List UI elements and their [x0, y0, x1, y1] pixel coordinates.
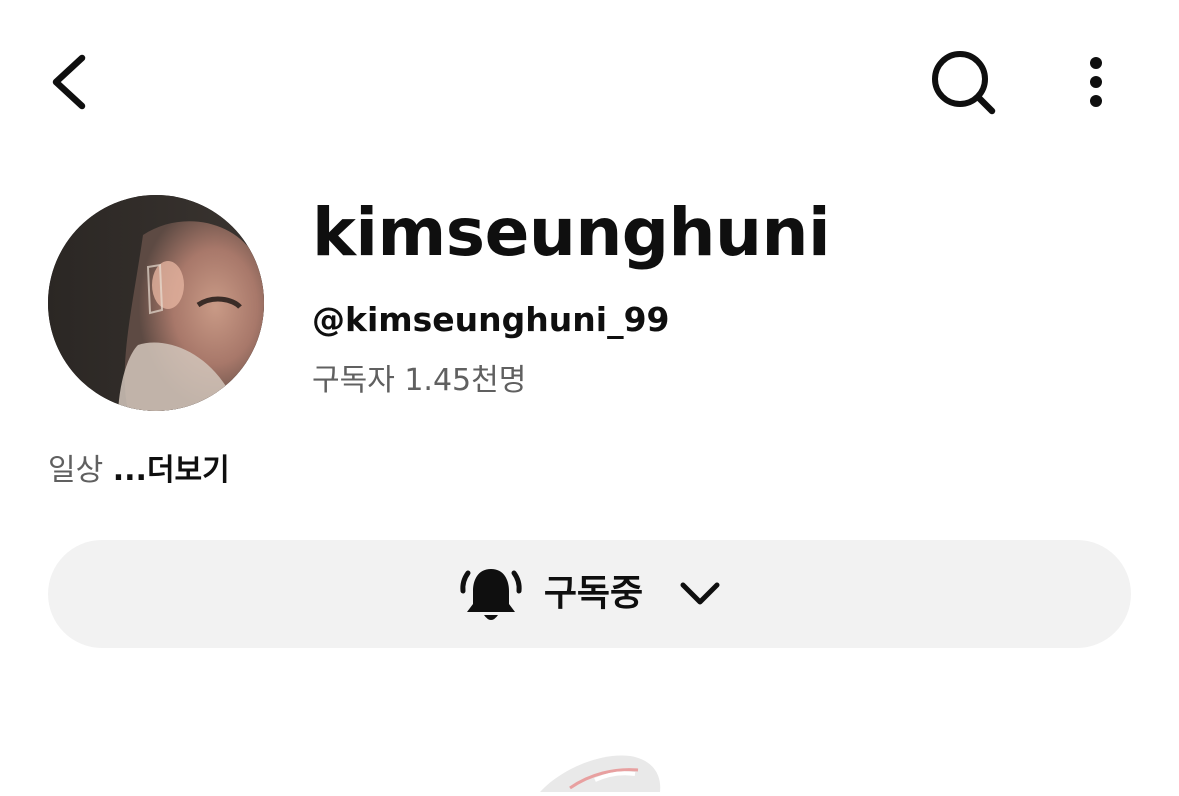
- subscriber-count: 구독자 1.45천명: [312, 363, 527, 398]
- subscribed-button-content: 구독중: [456, 559, 723, 629]
- channel-description[interactable]: 일상 ...더보기: [48, 450, 230, 492]
- more-options-button[interactable]: [1074, 52, 1118, 116]
- search-icon: [932, 51, 996, 115]
- chevron-down-icon: [680, 582, 720, 605]
- more-link[interactable]: ...더보기: [113, 453, 230, 488]
- back-arrow-icon: [52, 54, 86, 110]
- top-app-bar: [0, 0, 1179, 165]
- content-preview-partial: [520, 750, 680, 792]
- channel-avatar[interactable]: [48, 195, 264, 411]
- subscribed-label: 구독중: [543, 573, 644, 614]
- avatar-photo: [48, 195, 264, 411]
- bell-all-notifications-icon: [460, 569, 522, 620]
- channel-name: kimseunghuni: [312, 194, 831, 271]
- channel-handle: @kimseunghuni_99: [312, 300, 670, 339]
- more-vertical-icon: [1090, 57, 1102, 107]
- search-button[interactable]: [926, 46, 1002, 122]
- back-button[interactable]: [44, 48, 96, 116]
- partial-thumbnail-graphic: [540, 755, 661, 792]
- subscribed-button[interactable]: 구독중: [48, 540, 1131, 648]
- description-text: 일상: [48, 453, 104, 488]
